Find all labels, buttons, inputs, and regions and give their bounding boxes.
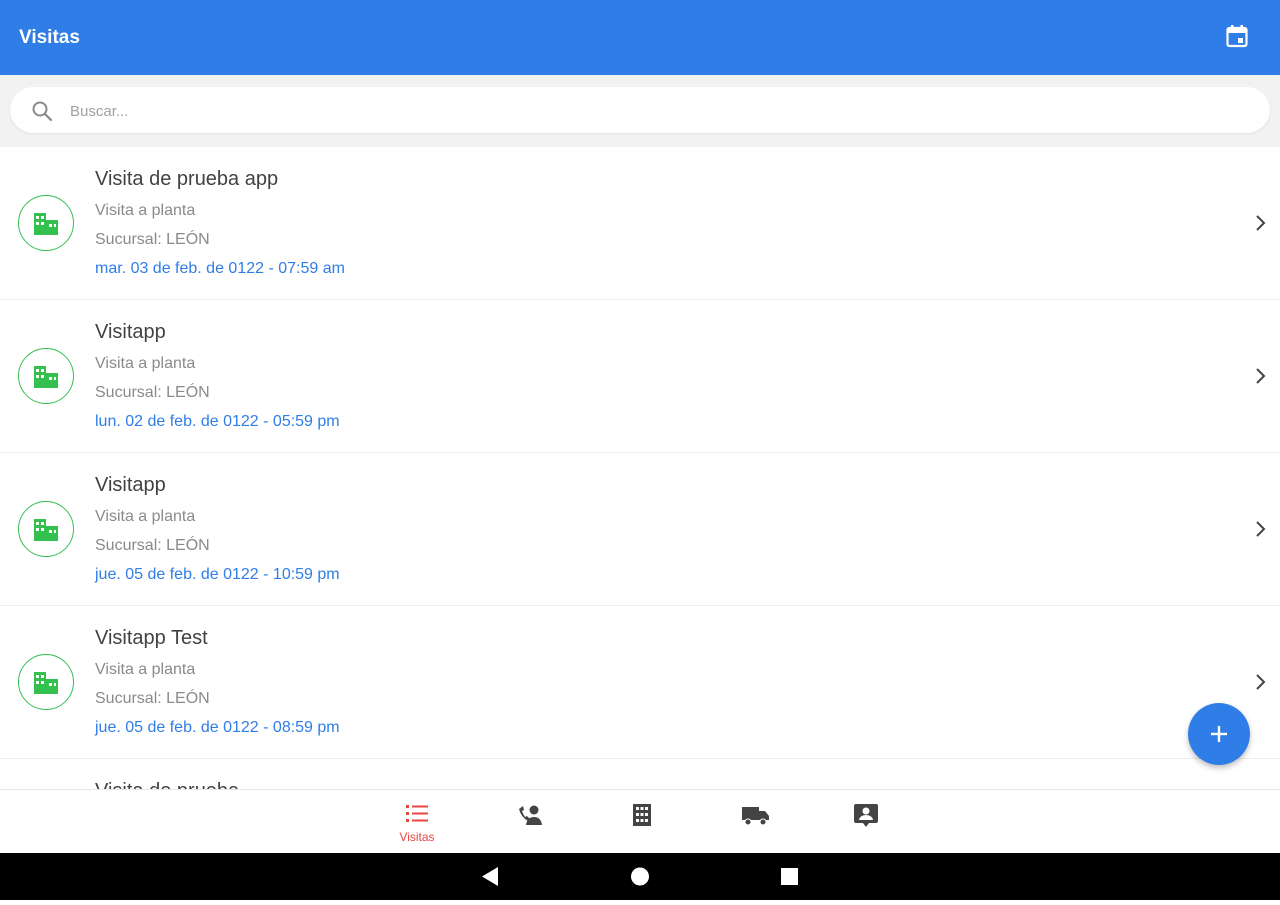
page-title: Visitas xyxy=(19,27,80,48)
visit-branch: Sucursal: LEÓN xyxy=(95,231,210,248)
visit-branch: Sucursal: LEÓN xyxy=(95,384,210,401)
visit-date: jue. 05 de feb. de 0122 - 08:59 pm xyxy=(95,719,340,736)
visit-branch: Sucursal: LEÓN xyxy=(95,537,210,554)
app-bar: Visitas xyxy=(0,0,1280,75)
nav-tab-buildings[interactable] xyxy=(607,790,677,854)
visit-type: Visita a planta xyxy=(95,508,196,525)
list-item[interactable]: Visitapp Visita a planta Sucursal: LEÓN … xyxy=(0,300,1280,453)
nav-tab-contacts[interactable] xyxy=(495,790,565,854)
visit-branch: Sucursal: LEÓN xyxy=(95,690,210,707)
visit-date: jue. 05 de feb. de 0122 - 10:59 pm xyxy=(95,566,340,583)
back-icon xyxy=(482,867,498,886)
visits-list: Visita de prueba app Visita a planta Suc… xyxy=(0,147,1280,789)
list-item[interactable]: Visitapp Visita a planta Sucursal: LEÓN … xyxy=(0,453,1280,606)
system-nav-bar xyxy=(0,853,1280,900)
building-icon xyxy=(18,501,74,557)
nav-tab-label: Visitas xyxy=(399,830,435,844)
nav-tab-contact-card[interactable] xyxy=(830,790,900,854)
plus-icon xyxy=(1211,726,1227,742)
list-item[interactable]: Visita de prueba xyxy=(0,759,1280,789)
bottom-navigation: Visitas xyxy=(0,789,1280,854)
building-icon xyxy=(633,804,651,826)
back-button[interactable] xyxy=(460,853,520,900)
building-icon xyxy=(18,195,74,251)
visit-type: Visita a planta xyxy=(95,355,196,372)
search-area xyxy=(0,75,1280,147)
search-input[interactable] xyxy=(68,97,1252,125)
visit-title: Visitapp Test xyxy=(95,627,208,649)
visit-type: Visita a planta xyxy=(95,202,196,219)
list-item[interactable]: Visitapp Test Visita a planta Sucursal: … xyxy=(0,606,1280,759)
visit-date: mar. 03 de feb. de 0122 - 07:59 am xyxy=(95,260,345,277)
person-phone-icon xyxy=(519,805,542,825)
contact-card-icon xyxy=(854,804,878,827)
chevron-right-icon xyxy=(1256,521,1266,537)
search-icon xyxy=(32,101,53,122)
building-icon xyxy=(18,654,74,710)
nav-tab-shipments[interactable] xyxy=(718,790,788,854)
list-item[interactable]: Visita de prueba app Visita a planta Suc… xyxy=(0,147,1280,300)
visit-title: Visita de prueba app xyxy=(95,168,279,190)
building-icon xyxy=(18,348,74,404)
visit-date: lun. 02 de feb. de 0122 - 05:59 pm xyxy=(95,413,340,430)
list-icon xyxy=(406,805,428,822)
calendar-icon[interactable] xyxy=(1226,24,1250,50)
visit-title: Visita de prueba xyxy=(95,780,239,789)
home-icon xyxy=(631,867,649,886)
home-button[interactable] xyxy=(610,853,670,900)
truck-icon xyxy=(742,807,769,826)
search-bar xyxy=(10,87,1270,133)
visit-title: Visitapp xyxy=(95,474,166,496)
visit-type: Visita a planta xyxy=(95,661,196,678)
recents-icon xyxy=(781,868,798,885)
chevron-right-icon xyxy=(1256,674,1266,690)
chevron-right-icon xyxy=(1256,368,1266,384)
chevron-right-icon xyxy=(1256,215,1266,231)
recents-button[interactable] xyxy=(760,853,820,900)
nav-tab-visitas[interactable]: Visitas xyxy=(382,790,452,854)
add-visit-button[interactable] xyxy=(1188,703,1250,765)
visit-title: Visitapp xyxy=(95,321,166,343)
